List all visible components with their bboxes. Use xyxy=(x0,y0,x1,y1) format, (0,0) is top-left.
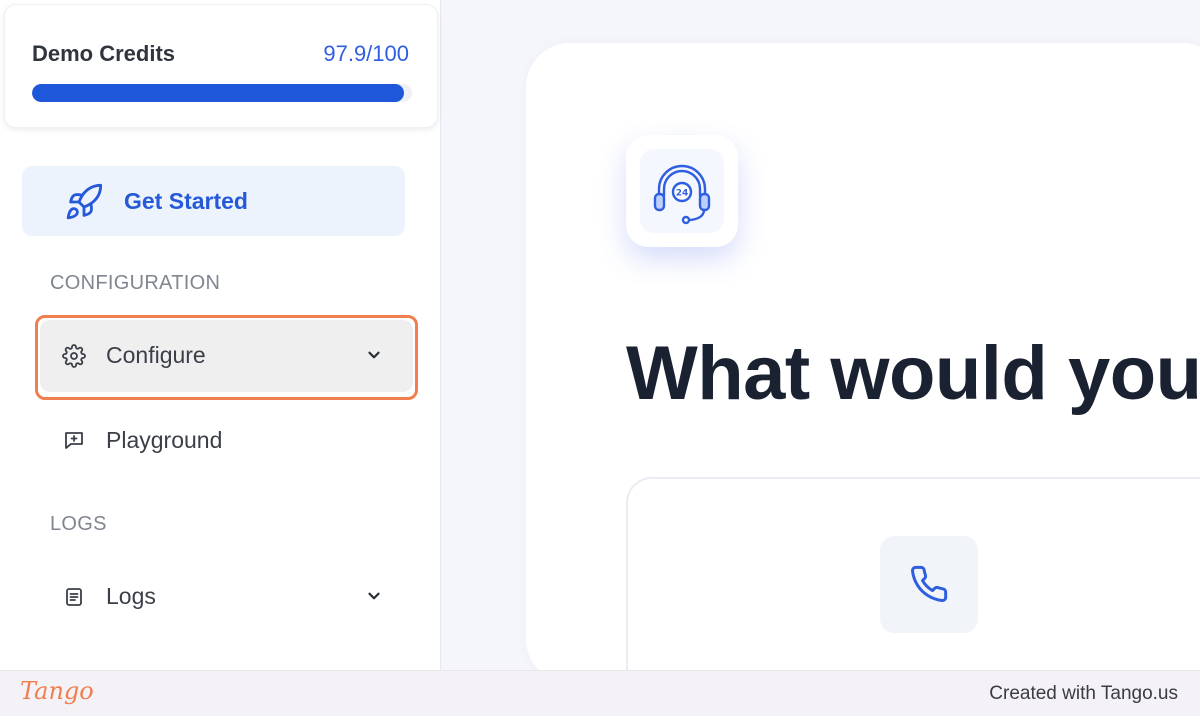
logs-label: Logs xyxy=(106,583,156,609)
support-icon-tile: 24 xyxy=(626,135,738,247)
sidebar-item-configure[interactable]: Configure xyxy=(40,320,413,392)
logs-section-header: LOGS xyxy=(50,513,107,535)
credits-card: Demo Credits 97.9/100 xyxy=(4,4,438,128)
credits-progress-fill xyxy=(32,84,405,102)
svg-text:24: 24 xyxy=(676,189,689,199)
message-plus-icon xyxy=(62,429,86,453)
page-headline: What would you xyxy=(626,331,1200,416)
get-started-button[interactable]: Get Started xyxy=(22,166,405,236)
credits-progress-bar xyxy=(32,84,412,102)
phone-icon-tile xyxy=(880,536,978,633)
rocket-icon xyxy=(64,182,104,222)
playground-label: Playground xyxy=(106,427,223,453)
sidebar-item-logs[interactable]: Logs xyxy=(40,561,413,633)
configuration-section-header: CONFIGURATION xyxy=(50,272,221,294)
footer-credit: Created with Tango.us xyxy=(989,683,1178,704)
document-list-icon xyxy=(62,585,86,609)
sidebar: Demo Credits 97.9/100 Get Started CONFIG… xyxy=(0,0,441,670)
phone-icon xyxy=(911,565,948,603)
configure-label: Configure xyxy=(106,342,206,368)
gear-icon xyxy=(62,344,86,368)
credits-value: 97.9/100 xyxy=(323,41,409,66)
chevron-down-icon[interactable] xyxy=(365,346,383,364)
credits-label: Demo Credits xyxy=(32,41,176,66)
tango-logo: Tango xyxy=(20,677,94,705)
tango-footer: Tango Created with Tango.us xyxy=(0,670,1200,716)
chevron-down-icon[interactable] xyxy=(365,587,383,605)
sidebar-item-playground[interactable]: Playground xyxy=(40,405,413,477)
headset-24-support-icon: 24 xyxy=(640,149,724,233)
get-started-label: Get Started xyxy=(124,188,248,214)
